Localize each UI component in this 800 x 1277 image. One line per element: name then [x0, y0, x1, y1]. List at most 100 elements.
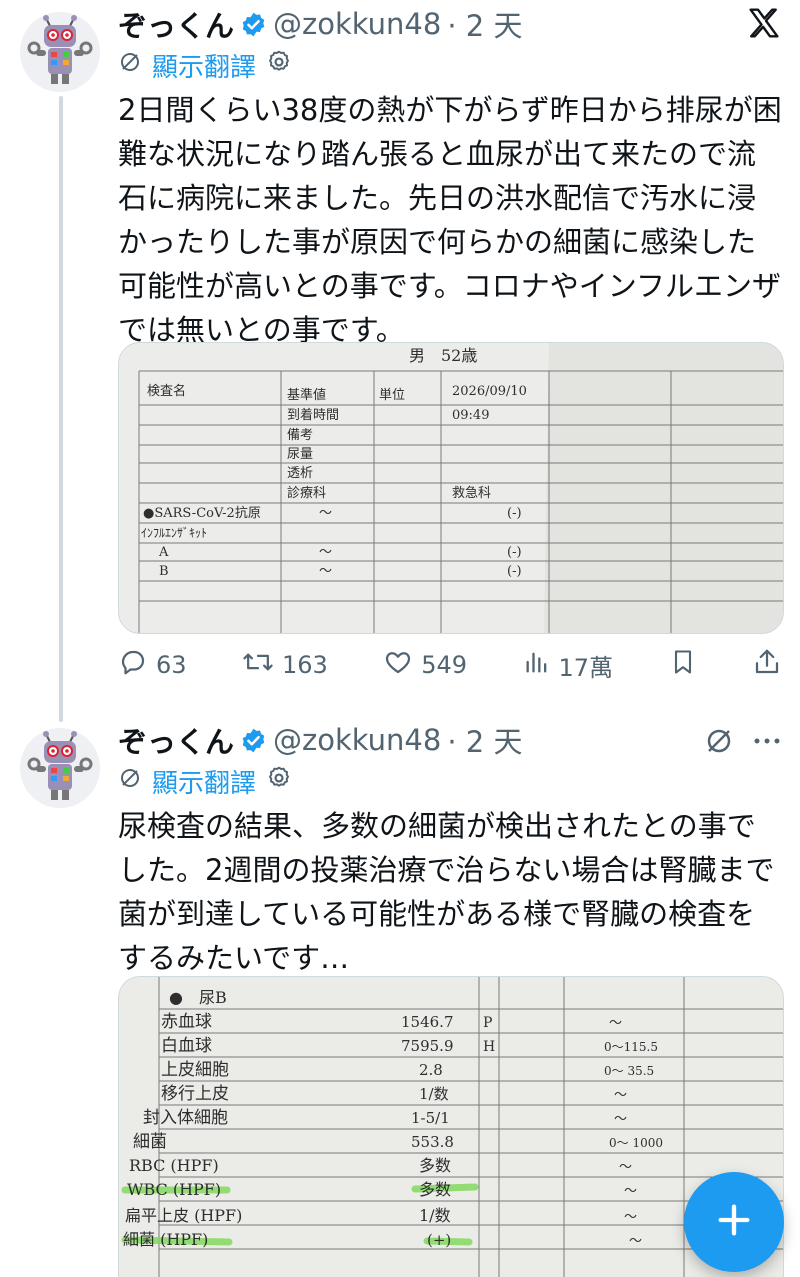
thread-connector-line	[59, 96, 63, 722]
test-name: ●SARS-CoV-2抗原	[143, 506, 261, 521]
lab-test-name: 赤血球	[161, 1012, 212, 1032]
bookmark-button[interactable]	[669, 647, 697, 683]
lab-test-value: (+)	[427, 1231, 451, 1249]
lab-test-value: 多数	[419, 1180, 451, 1199]
views-button[interactable]: 17萬	[523, 648, 614, 683]
patient-header: 男 52歳	[409, 346, 477, 365]
lab-test-range: 0～ 35.5	[604, 1064, 654, 1078]
reply-icon	[118, 647, 148, 683]
info-value: 救急科	[452, 485, 491, 501]
x-logo-icon[interactable]	[748, 8, 780, 42]
lab-test-range: ～	[619, 1160, 632, 1175]
author-handle[interactable]: @zokkun48	[273, 723, 441, 757]
lab-test-name: 細菌	[133, 1132, 167, 1152]
author-name[interactable]: ぞっくん	[118, 719, 234, 761]
retweet-icon	[242, 647, 274, 683]
tweet-timestamp[interactable]: · 2 天	[447, 719, 522, 761]
lab-test-range: 0～115.5	[604, 1040, 658, 1054]
robot-avatar-icon	[20, 12, 100, 92]
lab-test-name: 封入体細胞	[143, 1108, 228, 1128]
tweet-text: 2日間くらい38度の熱が下がらず昨日から排尿が困難な状況になり踏ん張ると血尿が出…	[118, 93, 782, 347]
tweet-text: 尿検査の結果、多数の細菌が検出されたとの事でした。2週間の投薬治療で治らない場合…	[118, 809, 775, 975]
settings-icon[interactable]	[266, 49, 292, 82]
retweet-button[interactable]: 163	[242, 647, 328, 683]
tweet-actions: 63 163 549 17萬	[118, 645, 782, 685]
translate-row: 顯示翻譯	[118, 763, 292, 799]
author-avatar[interactable]	[20, 12, 100, 92]
test-result: (-)	[507, 564, 522, 579]
lab-test-range: ～	[629, 1234, 642, 1249]
info-label: 尿量	[287, 447, 313, 462]
views-icon	[523, 648, 551, 682]
lab-test-range: ～	[614, 1112, 627, 1127]
verified-badge-icon	[240, 11, 267, 38]
share-button[interactable]	[752, 647, 782, 683]
reply-count: 63	[156, 651, 187, 679]
verified-badge-icon	[240, 727, 267, 754]
test-range: ～	[319, 545, 332, 560]
lab-test-value: 7595.9	[401, 1037, 454, 1055]
lab-test-value: 553.8	[411, 1133, 454, 1151]
lab-test-name: 細菌 (HPF)	[123, 1230, 208, 1249]
tweet-media-image[interactable]: 男 52歳 検査名 基準値 単位 2026/09/10 到着時間 09:49 備…	[118, 342, 784, 634]
lab-test-range: 0～ 1000	[609, 1136, 663, 1150]
lab-test-name: 白血球	[161, 1036, 212, 1056]
like-count: 549	[421, 651, 468, 679]
lab-test-range: ～	[609, 1016, 622, 1031]
retweet-count: 163	[282, 651, 328, 679]
translate-icon	[118, 766, 142, 797]
share-icon	[752, 647, 782, 683]
test-name: ｲﾝﾌﾙｴﾝｻﾞｷｯﾄ	[141, 526, 207, 540]
lab-test-name: 移行上皮	[161, 1084, 229, 1104]
author-avatar[interactable]	[20, 728, 100, 808]
views-count: 17萬	[558, 653, 614, 682]
info-label: 透析	[287, 466, 313, 481]
info-label: 診療科	[287, 485, 326, 501]
translate-icon	[118, 50, 142, 81]
lab-test-name: RBC (HPF)	[129, 1156, 219, 1175]
test-result: (-)	[507, 545, 522, 560]
lab-test-flag: H	[483, 1039, 495, 1055]
lab-test-flag: P	[483, 1015, 492, 1031]
bookmark-icon	[669, 647, 697, 683]
lab-test-name: WBC (HPF)	[127, 1180, 221, 1199]
show-translation-link[interactable]: 顯示翻譯	[152, 47, 256, 84]
info-value: 09:49	[452, 408, 489, 423]
col-header-reference: 基準値	[287, 387, 326, 403]
like-icon	[383, 647, 413, 683]
info-label: 到着時間	[287, 407, 339, 423]
reply-button[interactable]: 63	[118, 647, 187, 683]
test-name: B	[159, 564, 169, 579]
lab-test-value: 1/数	[419, 1206, 451, 1225]
col-header-unit: 単位	[379, 387, 405, 403]
col-header-test: 検査名	[147, 383, 186, 399]
grok-icon[interactable]	[704, 726, 734, 760]
lab-test-range: ～	[624, 1210, 637, 1225]
lab-test-value: 2.8	[419, 1061, 443, 1079]
compose-icon	[714, 1200, 754, 1244]
tweet-timestamp[interactable]: · 2 天	[447, 3, 522, 45]
author-name[interactable]: ぞっくん	[118, 3, 234, 45]
settings-icon[interactable]	[266, 765, 292, 798]
lab-test-value: 1-5/1	[411, 1109, 450, 1127]
lab-test-range: ～	[624, 1184, 637, 1199]
author-handle[interactable]: @zokkun48	[273, 7, 441, 41]
like-button[interactable]: 549	[383, 647, 467, 683]
more-icon[interactable]	[752, 728, 782, 758]
test-result: (-)	[507, 506, 522, 521]
compose-button[interactable]	[684, 1172, 784, 1272]
col-header-date: 2026/09/10	[452, 384, 527, 399]
info-label: 備考	[287, 427, 313, 443]
test-range: ～	[319, 564, 332, 579]
lab-test-name: 上皮細胞	[161, 1060, 229, 1080]
lab-test-value: 多数	[419, 1156, 451, 1175]
lab-test-range: ～	[614, 1088, 627, 1103]
tweet-header: ぞっくん @zokkun48 · 2 天	[118, 718, 522, 762]
lab-test-value: 1546.7	[401, 1013, 454, 1031]
tweet-header: ぞっくん @zokkun48 · 2 天	[118, 2, 522, 46]
lab-test-value: 1/数	[419, 1085, 449, 1103]
translate-row: 顯示翻譯	[118, 47, 292, 83]
test-range: ～	[319, 506, 332, 521]
show-translation-link[interactable]: 顯示翻譯	[152, 763, 256, 800]
section-label: ● 尿B	[169, 988, 227, 1007]
